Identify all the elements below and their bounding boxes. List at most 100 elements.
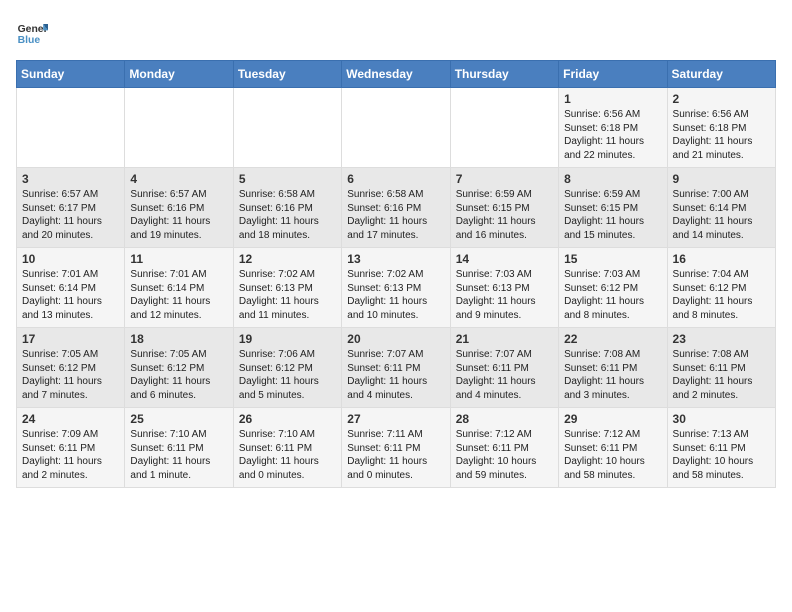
day-number: 2 — [673, 92, 770, 106]
day-number: 16 — [673, 252, 770, 266]
day-cell — [125, 88, 233, 168]
day-number: 5 — [239, 172, 336, 186]
day-info: Sunrise: 7:09 AM Sunset: 6:11 PM Dayligh… — [22, 428, 119, 482]
day-cell — [450, 88, 558, 168]
day-info: Sunrise: 7:01 AM Sunset: 6:14 PM Dayligh… — [22, 268, 119, 322]
day-cell: 17 Sunrise: 7:05 AM Sunset: 6:12 PM Dayli… — [17, 328, 125, 408]
svg-text:Blue: Blue — [18, 35, 41, 46]
day-number: 29 — [564, 412, 661, 426]
day-info: Sunrise: 7:02 AM Sunset: 6:13 PM Dayligh… — [347, 268, 444, 322]
day-info: Sunrise: 7:05 AM Sunset: 6:12 PM Dayligh… — [130, 348, 227, 402]
day-info: Sunrise: 7:05 AM Sunset: 6:12 PM Dayligh… — [22, 348, 119, 402]
day-number: 21 — [456, 332, 553, 346]
day-number: 1 — [564, 92, 661, 106]
day-cell: 25Sunrise: 7:10 AM Sunset: 6:11 PM Dayli… — [125, 408, 233, 488]
day-info: Sunrise: 6:56 AM Sunset: 6:18 PM Dayligh… — [673, 108, 770, 162]
day-number: 8 — [564, 172, 661, 186]
day-cell: 29 Sunrise: 7:12 AM Sunset: 6:11 PM Dayli… — [559, 408, 667, 488]
day-number: 11 — [130, 252, 227, 266]
day-info: Sunrise: 7:08 AM Sunset: 6:11 PM Dayligh… — [564, 348, 661, 402]
day-number: 6 — [347, 172, 444, 186]
day-info: Sunrise: 6:57 AM Sunset: 6:17 PM Dayligh… — [22, 188, 119, 242]
calendar-header: SundayMondayTuesdayWednesdayThursdayFrid… — [17, 61, 776, 88]
header-row: SundayMondayTuesdayWednesdayThursdayFrid… — [17, 61, 776, 88]
day-number: 23 — [673, 332, 770, 346]
day-number: 4 — [130, 172, 227, 186]
day-number: 9 — [673, 172, 770, 186]
header-cell-sunday: Sunday — [17, 61, 125, 88]
day-info: Sunrise: 7:04 AM Sunset: 6:12 PM Dayligh… — [673, 268, 770, 322]
header-cell-thursday: Thursday — [450, 61, 558, 88]
week-row-4: 17 Sunrise: 7:05 AM Sunset: 6:12 PM Dayli… — [17, 328, 776, 408]
day-cell: 7 Sunrise: 6:59 AM Sunset: 6:15 PM Daylig… — [450, 168, 558, 248]
day-cell — [233, 88, 341, 168]
day-info: Sunrise: 7:00 AM Sunset: 6:14 PM Dayligh… — [673, 188, 770, 242]
day-info: Sunrise: 7:03 AM Sunset: 6:12 PM Dayligh… — [564, 268, 661, 322]
day-number: 20 — [347, 332, 444, 346]
day-cell: 3 Sunrise: 6:57 AM Sunset: 6:17 PM Daylig… — [17, 168, 125, 248]
day-number: 26 — [239, 412, 336, 426]
day-info: Sunrise: 6:57 AM Sunset: 6:16 PM Dayligh… — [130, 188, 227, 242]
day-number: 14 — [456, 252, 553, 266]
day-info: Sunrise: 6:56 AM Sunset: 6:18 PM Dayligh… — [564, 108, 661, 162]
day-cell: 6 Sunrise: 6:58 AM Sunset: 6:16 PM Daylig… — [342, 168, 450, 248]
day-cell: 26 Sunrise: 7:10 AM Sunset: 6:11 PM Dayli… — [233, 408, 341, 488]
day-cell: 14 Sunrise: 7:03 AM Sunset: 6:13 PM Dayli… — [450, 248, 558, 328]
day-info: Sunrise: 6:58 AM Sunset: 6:16 PM Dayligh… — [239, 188, 336, 242]
day-cell — [342, 88, 450, 168]
day-info: Sunrise: 7:11 AM Sunset: 6:11 PM Dayligh… — [347, 428, 444, 482]
day-cell: 8 Sunrise: 6:59 AM Sunset: 6:15 PM Daylig… — [559, 168, 667, 248]
day-number: 19 — [239, 332, 336, 346]
logo-icon: General Blue — [16, 16, 48, 48]
day-info: Sunrise: 7:08 AM Sunset: 6:11 PM Dayligh… — [673, 348, 770, 402]
day-cell: 13 Sunrise: 7:02 AM Sunset: 6:13 PM Dayli… — [342, 248, 450, 328]
logo: General Blue — [16, 16, 48, 48]
day-cell: 18Sunrise: 7:05 AM Sunset: 6:12 PM Dayli… — [125, 328, 233, 408]
page-header: General Blue — [16, 16, 776, 48]
week-row-1: 1 Sunrise: 6:56 AM Sunset: 6:18 PM Daylig… — [17, 88, 776, 168]
day-number: 28 — [456, 412, 553, 426]
day-number: 24 — [22, 412, 119, 426]
day-number: 12 — [239, 252, 336, 266]
day-cell: 20 Sunrise: 7:07 AM Sunset: 6:11 PM Dayli… — [342, 328, 450, 408]
day-cell: 1 Sunrise: 6:56 AM Sunset: 6:18 PM Daylig… — [559, 88, 667, 168]
day-number: 27 — [347, 412, 444, 426]
day-info: Sunrise: 6:59 AM Sunset: 6:15 PM Dayligh… — [456, 188, 553, 242]
day-cell — [17, 88, 125, 168]
week-row-5: 24 Sunrise: 7:09 AM Sunset: 6:11 PM Dayli… — [17, 408, 776, 488]
day-info: Sunrise: 7:01 AM Sunset: 6:14 PM Dayligh… — [130, 268, 227, 322]
day-number: 22 — [564, 332, 661, 346]
day-number: 3 — [22, 172, 119, 186]
day-number: 17 — [22, 332, 119, 346]
day-cell: 9 Sunrise: 7:00 AM Sunset: 6:14 PM Daylig… — [667, 168, 775, 248]
week-row-3: 10 Sunrise: 7:01 AM Sunset: 6:14 PM Dayli… — [17, 248, 776, 328]
day-info: Sunrise: 7:07 AM Sunset: 6:11 PM Dayligh… — [456, 348, 553, 402]
day-cell: 27 Sunrise: 7:11 AM Sunset: 6:11 PM Dayli… — [342, 408, 450, 488]
header-cell-tuesday: Tuesday — [233, 61, 341, 88]
day-info: Sunrise: 6:58 AM Sunset: 6:16 PM Dayligh… — [347, 188, 444, 242]
day-info: Sunrise: 6:59 AM Sunset: 6:15 PM Dayligh… — [564, 188, 661, 242]
calendar-table: SundayMondayTuesdayWednesdayThursdayFrid… — [16, 60, 776, 488]
day-cell: 30 Sunrise: 7:13 AM Sunset: 6:11 PM Dayli… — [667, 408, 775, 488]
day-info: Sunrise: 7:12 AM Sunset: 6:11 PM Dayligh… — [564, 428, 661, 482]
day-cell: 5 Sunrise: 6:58 AM Sunset: 6:16 PM Daylig… — [233, 168, 341, 248]
header-cell-friday: Friday — [559, 61, 667, 88]
day-cell: 11 Sunrise: 7:01 AM Sunset: 6:14 PM Dayli… — [125, 248, 233, 328]
day-cell: 22 Sunrise: 7:08 AM Sunset: 6:11 PM Dayli… — [559, 328, 667, 408]
day-number: 10 — [22, 252, 119, 266]
day-info: Sunrise: 7:10 AM Sunset: 6:11 PM Dayligh… — [239, 428, 336, 482]
header-cell-monday: Monday — [125, 61, 233, 88]
day-number: 25 — [130, 412, 227, 426]
header-cell-wednesday: Wednesday — [342, 61, 450, 88]
day-number: 30 — [673, 412, 770, 426]
day-number: 7 — [456, 172, 553, 186]
day-cell: 19Sunrise: 7:06 AM Sunset: 6:12 PM Dayli… — [233, 328, 341, 408]
day-info: Sunrise: 7:07 AM Sunset: 6:11 PM Dayligh… — [347, 348, 444, 402]
day-number: 15 — [564, 252, 661, 266]
day-info: Sunrise: 7:12 AM Sunset: 6:11 PM Dayligh… — [456, 428, 553, 482]
day-cell: 2 Sunrise: 6:56 AM Sunset: 6:18 PM Daylig… — [667, 88, 775, 168]
day-number: 13 — [347, 252, 444, 266]
day-info: Sunrise: 7:03 AM Sunset: 6:13 PM Dayligh… — [456, 268, 553, 322]
day-cell: 10 Sunrise: 7:01 AM Sunset: 6:14 PM Dayli… — [17, 248, 125, 328]
day-info: Sunrise: 7:13 AM Sunset: 6:11 PM Dayligh… — [673, 428, 770, 482]
